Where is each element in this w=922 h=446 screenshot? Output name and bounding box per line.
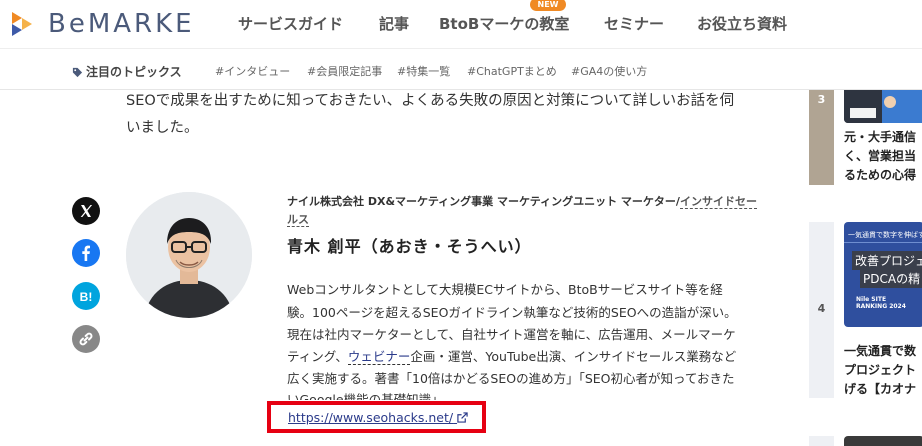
author-name: 青木 創平（あおき・そうへい）	[287, 237, 532, 256]
author-bio-line-5: 広く実施する。著書「10倍はかどるSEOの進め方」「SEO初心者が知っておきた	[287, 371, 735, 386]
rank-badge-4: 4	[809, 222, 834, 398]
thumbnail-badge-text: Nile SITE RANKING 2024	[856, 296, 906, 310]
author-bio-line-3: 現在は社内マーケターとして、自社サイト運営を軸に、広告運用、メールマーケ	[287, 327, 736, 342]
ranking-sidebar: 3 元・大手通信 く、営業担当 るための心得 4 一気通貫で数字を伸ばす 改善プ…	[809, 90, 922, 446]
topic-tag-interview[interactable]: #インタビュー	[215, 63, 290, 79]
external-link-icon	[457, 412, 468, 423]
thumbnail-image	[844, 90, 922, 123]
author-role: ナイル株式会社 DX&マーケティング事業 マーケティングユニット マーケター/イ…	[287, 193, 757, 209]
topics-bar: 注目のトピックス #インタビュー #会員限定記事 #特集一覧 #ChatGPTま…	[0, 48, 922, 90]
share-facebook-button[interactable]	[72, 239, 100, 267]
thumbnail-headline-1: 改善プロジェ	[852, 251, 922, 270]
hatena-bookmark-icon: B!	[80, 290, 93, 304]
nav-seminar[interactable]: セミナー	[604, 13, 664, 34]
nav-articles[interactable]: 記事	[379, 13, 409, 34]
bemarke-logo[interactable]: BeMARKE	[10, 9, 210, 39]
ranking-title-4-line-1[interactable]: 一気通貫で数	[844, 342, 916, 359]
logo-text: BeMARKE	[48, 9, 195, 39]
thumbnail-headline-2: PDCAの精	[860, 269, 922, 288]
topic-tag-members[interactable]: #会員限定記事	[307, 63, 382, 79]
topic-tag-features[interactable]: #特集一覧	[397, 63, 450, 79]
ranking-title-3-line-2[interactable]: く、営業担当	[844, 147, 916, 164]
topic-tag-chatgpt[interactable]: #ChatGPTまとめ	[467, 63, 557, 79]
author-bio-line-4: ティング、ウェビナー企画・運営、YouTube出演、インサイドセールス業務など	[287, 346, 736, 365]
share-x-button[interactable]	[72, 197, 100, 225]
author-photo	[126, 192, 252, 318]
new-badge: NEW	[530, 0, 566, 11]
ranking-thumbnail-5[interactable]	[844, 436, 922, 446]
topic-tag-ga4[interactable]: #GA4の使い方	[571, 63, 647, 79]
logo-mark-icon	[12, 12, 32, 36]
inside-sales-link[interactable]: インサイドセー	[679, 195, 757, 209]
topics-heading: 注目のトピックス	[72, 63, 182, 80]
copy-link-button[interactable]	[72, 325, 100, 353]
facebook-icon	[82, 245, 90, 261]
author-website-url: https://www.seohacks.net/	[288, 410, 454, 425]
ranking-title-4-line-3[interactable]: げる【カオナ	[844, 380, 916, 397]
share-hatena-button[interactable]: B!	[72, 282, 100, 310]
thumbnail-caption: 一気通貫で数字を伸ばす	[848, 231, 922, 239]
bio-line-4-suffix: 企画・運営、YouTube出演、インサイドセールス業務など	[410, 349, 737, 364]
nav-btob-class[interactable]: BtoBマーケの教室	[439, 13, 569, 34]
author-website-link[interactable]: https://www.seohacks.net/	[288, 410, 468, 425]
ranking-title-3-line-1[interactable]: 元・大手通信	[844, 128, 916, 145]
topics-heading-label: 注目のトピックス	[86, 65, 182, 79]
bio-line-4-prefix: ティング、	[287, 349, 348, 364]
ranking-title-3-line-3[interactable]: るための心得	[844, 166, 916, 183]
nav-service-guide[interactable]: サービスガイド	[238, 13, 343, 34]
thumbnail-divider	[844, 242, 922, 243]
author-bio-line-6: いGoogle機能の基礎知識」	[287, 392, 444, 400]
author-role-cont: ルス	[287, 211, 309, 227]
author-avatar	[126, 192, 252, 318]
author-role-text: ナイル株式会社 DX&マーケティング事業 マーケティングユニット マーケター/	[287, 195, 680, 208]
nav-resources[interactable]: お役立ち資料	[697, 13, 787, 34]
tag-icon	[72, 67, 83, 78]
inside-sales-link-cont[interactable]: ルス	[287, 213, 309, 227]
link-icon	[79, 332, 93, 346]
ranking-thumbnail-3[interactable]	[844, 90, 922, 123]
rank-badge-3: 3	[809, 90, 834, 185]
rank-badge-5	[809, 436, 834, 446]
site-header: BeMARKE サービスガイド 記事 BtoBマーケの教室 NEW セミナー お…	[0, 0, 922, 48]
author-bio-line-1: Webコンサルタントとして大規模ECサイトから、BtoBサービスサイト等を経	[287, 282, 723, 297]
article-intro-line-1: SEOで成果を出すために知っておきたい、よくある失敗の原因と対策について詳しいお…	[126, 93, 735, 109]
x-icon	[80, 205, 93, 217]
hatena-label: B!	[80, 290, 93, 304]
ranking-title-4-line-2[interactable]: プロジェクト	[844, 361, 916, 378]
webinar-link[interactable]: ウェビナー	[347, 349, 411, 365]
author-bio-line-2: 験。100ページを超えるSEOガイドライン執筆など技術的SEOへの造詣が深い。	[287, 305, 737, 320]
ranking-thumbnail-4[interactable]: 一気通貫で数字を伸ばす 改善プロジェ PDCAの精 Nile SITE RANK…	[844, 222, 922, 327]
article-intro-line-2: いました。	[126, 120, 199, 136]
